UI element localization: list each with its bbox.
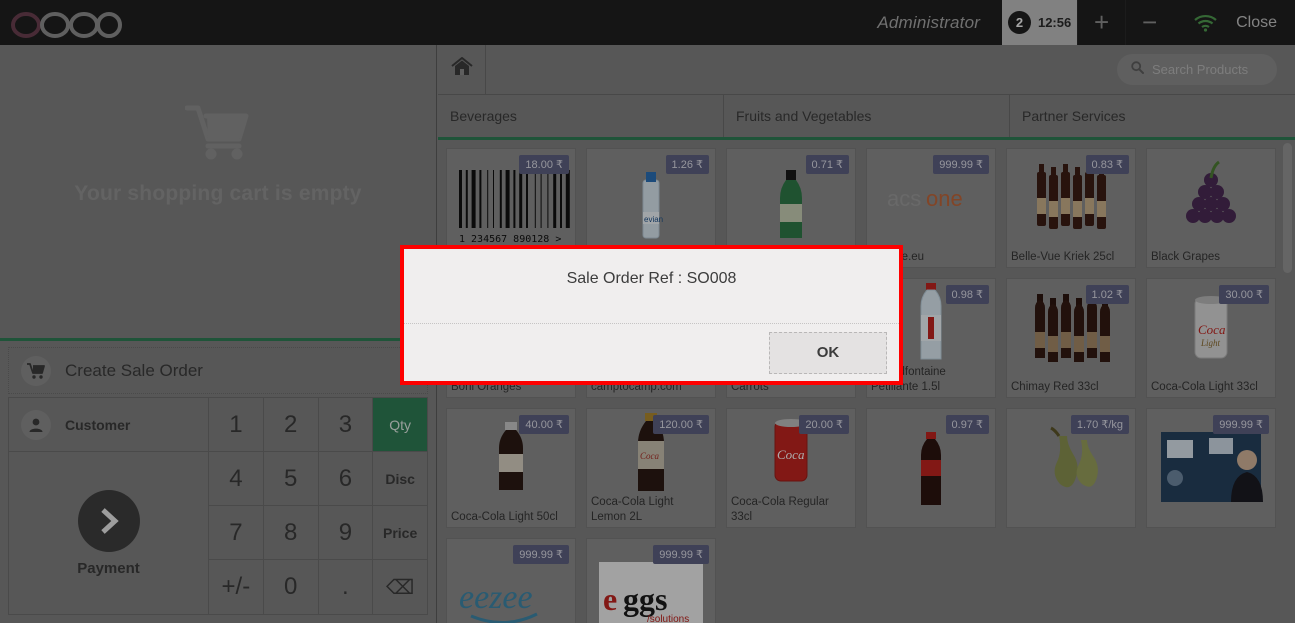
dialog-body: Sale Order Ref : SO008	[404, 249, 899, 324]
dialog-footer: OK	[404, 324, 899, 381]
sale-order-dialog: Sale Order Ref : SO008 OK	[400, 245, 903, 385]
pos-screen: Administrator 2 12:56 + − Close Your sho…	[0, 0, 1295, 623]
dialog-title: Sale Order Ref : SO008	[566, 270, 737, 287]
ok-button[interactable]: OK	[769, 331, 887, 374]
